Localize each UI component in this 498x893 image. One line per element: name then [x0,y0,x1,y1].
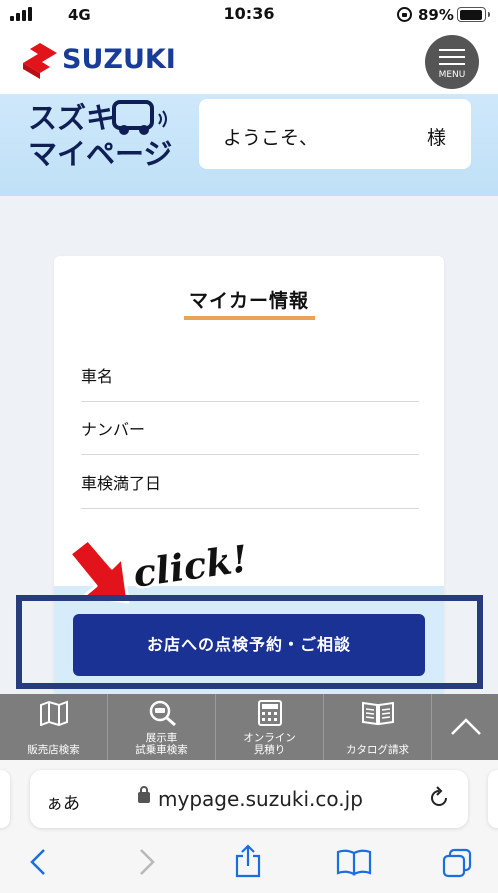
nav-test-drive-line1: 展示車 [145,732,178,744]
mypage-banner: スズキ マイページ ようこそ、 様 [0,94,498,196]
field-plate-number: ナンバー [81,416,419,455]
welcome-box: ようこそ、 様 [199,99,471,169]
chevron-up-icon [451,718,481,735]
car-search-icon [149,700,176,726]
nav-online-estimate-label: オンライン 見積り [216,732,323,756]
previous-tab-edge[interactable] [0,770,10,828]
nav-test-drive-line2: 試乗車検索 [135,744,188,756]
nav-online-estimate-line2: 見積り [253,744,286,756]
battery-icon [457,7,490,22]
field-car-name: 車名 [81,363,419,402]
site-header: SUZUKI MENU [0,30,498,94]
book-icon [361,701,394,726]
share-icon[interactable] [234,844,262,878]
nav-catalog-request-label: カタログ請求 [346,744,409,756]
scroll-top-button[interactable] [432,694,498,760]
honorific: 様 [427,127,447,149]
page-settings-button[interactable]: ぁあ [46,789,80,814]
site-bottom-nav: 販売店検索 展示車 試乗車検索 オンライン 見積り カタログ請求 [0,694,498,760]
orientation-lock-icon [397,7,412,22]
card-title: マイカー情報 [188,290,309,312]
address-bar[interactable]: ぁあ mypage.suzuki.co.jp [30,770,468,828]
nav-online-estimate-line1: オンライン [243,732,296,744]
highlight-frame [16,595,483,689]
nav-test-drive-label: 展示車 試乗車検索 [108,732,215,756]
title-underline [184,316,315,320]
suzuki-logo-icon[interactable] [20,42,60,80]
reload-icon[interactable] [427,786,451,810]
welcome-text: ようこそ、 [223,127,319,149]
nav-dealer-search-label: 販売店検索 [27,744,80,756]
map-icon [39,700,68,726]
nav-online-estimate[interactable]: オンライン 見積り [216,694,324,760]
nav-test-drive-search[interactable]: 展示車 試乗車検索 [108,694,216,760]
nav-catalog-request[interactable]: カタログ請求 [324,694,432,760]
forward-icon[interactable] [137,848,157,876]
next-tab-edge[interactable] [488,770,498,828]
battery-percent: 89% [418,6,454,24]
bookmarks-icon[interactable] [336,848,372,876]
menu-button[interactable]: MENU [425,35,479,89]
menu-label: MENU [438,70,466,80]
status-bar: 4G 10:36 89% [0,0,498,30]
lock-icon [138,786,150,803]
brand-wordmark[interactable]: SUZUKI [62,44,176,75]
calculator-icon [257,700,282,726]
field-inspection-date: 車検満了日 [81,470,419,509]
back-icon[interactable] [28,848,48,876]
car-icon [112,100,167,135]
tabs-icon[interactable] [442,848,472,878]
url-text[interactable]: mypage.suzuki.co.jp [158,787,363,811]
browser-toolbar: ぁあ mypage.suzuki.co.jp [0,760,498,893]
banner-title-line2: マイページ [28,137,173,171]
nav-dealer-search[interactable]: 販売店検索 [0,694,108,760]
